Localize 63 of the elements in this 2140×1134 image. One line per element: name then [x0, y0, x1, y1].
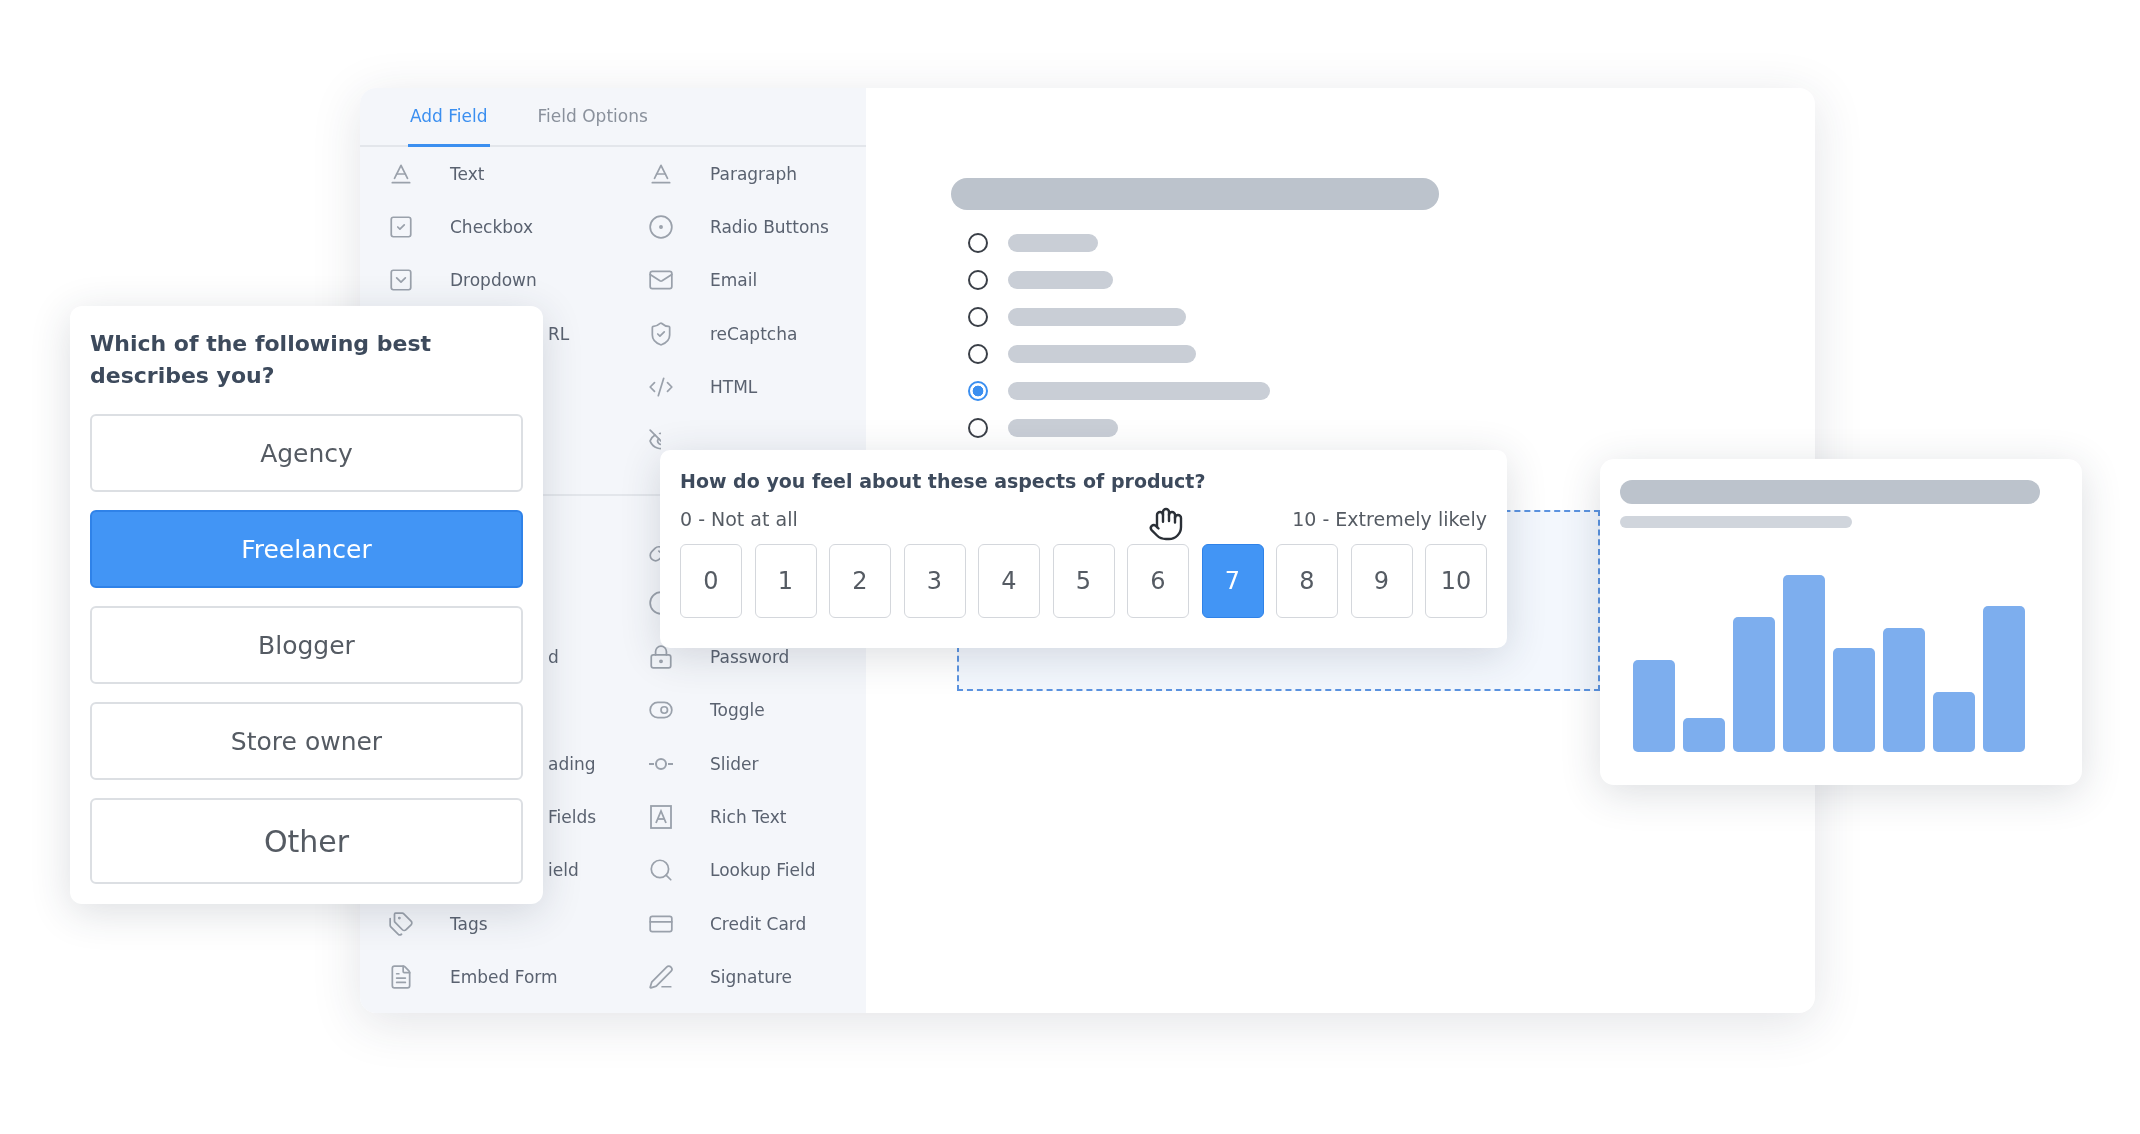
choice-option[interactable]: Store owner — [90, 702, 523, 780]
field-type-item[interactable]: HTML — [710, 377, 866, 398]
choice-option[interactable]: Freelancer — [90, 510, 523, 588]
field-type-item[interactable]: Dropdown — [450, 270, 648, 291]
tab[interactable]: Add Field — [408, 88, 490, 147]
field-type-item[interactable]: Radio Buttons — [710, 217, 866, 238]
field-type-item[interactable]: Credit Card — [710, 913, 866, 934]
radio-button[interactable] — [968, 306, 988, 327]
rating-option[interactable]: 1 — [754, 544, 817, 618]
radio-button[interactable] — [968, 380, 988, 401]
choice-option[interactable]: Agency — [90, 414, 523, 492]
rating-question: How do you feel about these aspects of product? — [680, 470, 1207, 492]
field-type-item[interactable]: Checkbox — [450, 217, 648, 238]
field-type-item[interactable]: Signature — [710, 967, 866, 988]
rating-option[interactable]: 10 — [1425, 544, 1487, 618]
rating-option[interactable]: 9 — [1350, 544, 1413, 618]
field-type-item[interactable]: Tags — [450, 913, 648, 934]
rating-option[interactable]: 8 — [1276, 544, 1338, 618]
field-type-item[interactable]: Embed Form — [450, 967, 648, 988]
hand-cursor-icon — [1148, 506, 1184, 542]
shield-check-icon — [648, 320, 674, 347]
field-type-item[interactable]: Lookup Field — [710, 860, 866, 881]
rich-text-icon — [648, 804, 674, 830]
radio-icon — [648, 214, 674, 241]
rating-option[interactable]: 4 — [978, 544, 1040, 618]
rating-option[interactable]: 0 — [680, 544, 742, 618]
field-type-item[interactable]: ading — [548, 753, 648, 774]
scale-low-label: 0 - Not at all — [680, 508, 798, 530]
field-type-item[interactable]: reCaptcha — [710, 323, 866, 344]
pencil-icon — [648, 964, 674, 991]
field-type-item[interactable]: Rich Text — [710, 807, 866, 827]
field-type-item[interactable]: Paragraph — [710, 163, 866, 184]
field-type-item[interactable]: d — [548, 646, 648, 667]
rating-option[interactable]: 2 — [829, 544, 891, 618]
field-type-item[interactable]: Fields — [548, 807, 648, 827]
rating-option[interactable]: 6 — [1127, 544, 1189, 618]
field-type-item[interactable]: Password — [710, 646, 866, 667]
chart-bar — [1683, 718, 1725, 752]
checkbox-icon — [388, 214, 414, 241]
radio-button[interactable] — [968, 417, 988, 438]
field-type-item[interactable]: RL — [548, 323, 648, 344]
field-type-item[interactable]: Text — [450, 163, 648, 184]
scale-high-label: 10 - Extremely likely — [1292, 508, 1487, 530]
field-type-item[interactable]: ield — [548, 860, 648, 881]
choice-question: Which of the following best describes you? — [90, 330, 433, 390]
choice-option[interactable]: Blogger — [90, 606, 523, 684]
field-type-item[interactable]: Email — [710, 270, 866, 291]
document-icon — [388, 964, 414, 991]
radio-button[interactable] — [968, 343, 988, 364]
rating-option[interactable]: 3 — [903, 544, 966, 618]
radio-button[interactable] — [968, 269, 988, 290]
rating-option[interactable]: 5 — [1052, 544, 1115, 618]
lock-icon — [648, 643, 674, 670]
choice-option[interactable]: Other — [90, 798, 523, 884]
tab[interactable]: Field Options — [535, 88, 650, 147]
search-icon — [648, 857, 674, 884]
rating-option[interactable]: 7 — [1201, 544, 1264, 618]
radio-button[interactable] — [968, 232, 988, 253]
field-type-item[interactable]: Slider — [710, 753, 866, 774]
field-type-item[interactable]: Toggle — [710, 700, 866, 721]
tags-icon — [388, 910, 414, 937]
dropdown-icon — [388, 267, 414, 294]
chart-bar — [1933, 692, 1975, 752]
